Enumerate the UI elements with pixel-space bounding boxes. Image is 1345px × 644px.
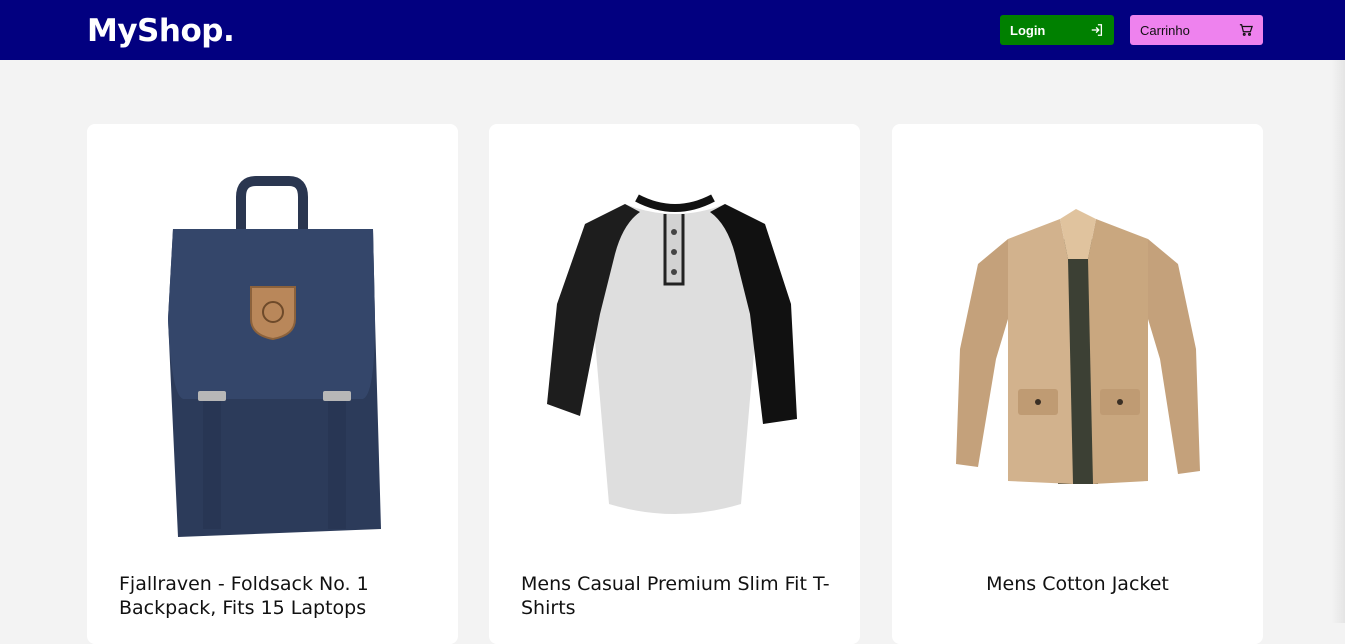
- scroll-shadow: [1331, 60, 1345, 623]
- product-title[interactable]: Fjallraven - Foldsack No. 1 Backpack, Fi…: [119, 572, 439, 620]
- product-card[interactable]: Mens Cotton Jacket: [892, 124, 1263, 644]
- top-navbar: MyShop. Login Carrinho: [0, 0, 1345, 60]
- product-title[interactable]: Mens Casual Premium Slim Fit T-Shirts: [521, 572, 841, 620]
- backpack-image[interactable]: [87, 164, 458, 544]
- cart-icon: [1239, 23, 1253, 37]
- login-icon: [1090, 23, 1104, 37]
- cart-button[interactable]: Carrinho: [1130, 15, 1263, 45]
- tshirt-image[interactable]: [489, 164, 860, 544]
- product-title[interactable]: Mens Cotton Jacket: [892, 572, 1263, 596]
- cart-label: Carrinho: [1140, 22, 1190, 38]
- product-card[interactable]: Fjallraven - Foldsack No. 1 Backpack, Fi…: [87, 124, 458, 644]
- login-button[interactable]: Login: [1000, 15, 1114, 45]
- product-card[interactable]: Mens Casual Premium Slim Fit T-Shirts: [489, 124, 860, 644]
- login-label: Login: [1010, 22, 1046, 38]
- jacket-image[interactable]: [892, 164, 1263, 544]
- shop-logo[interactable]: MyShop.: [87, 13, 235, 49]
